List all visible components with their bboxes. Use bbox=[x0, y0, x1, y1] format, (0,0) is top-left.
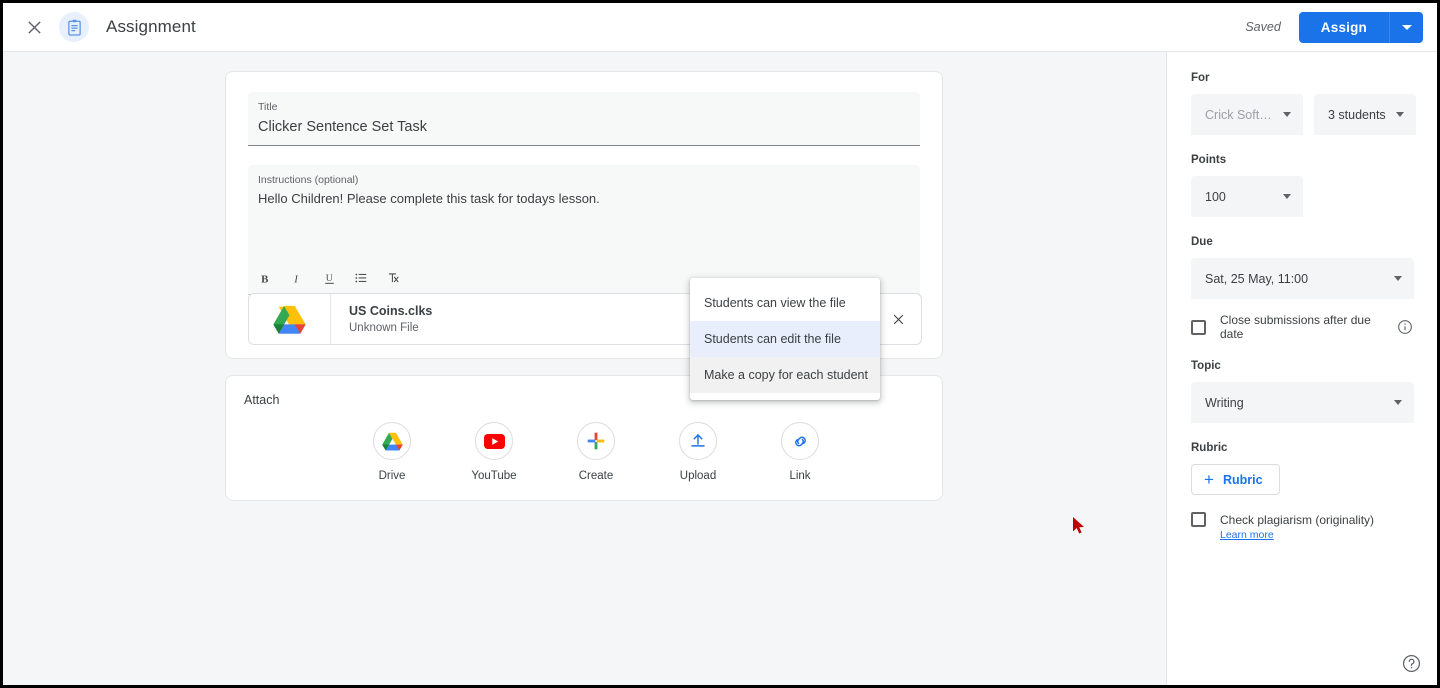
assign-dropdown-button[interactable] bbox=[1389, 11, 1423, 43]
file-permission-menu: Students can view the file Students can … bbox=[690, 278, 880, 400]
clear-formatting-icon[interactable] bbox=[380, 265, 406, 291]
attach-option-link[interactable]: Link bbox=[767, 422, 833, 483]
google-plus-create-icon bbox=[577, 422, 615, 460]
clipboard-icon bbox=[59, 12, 89, 42]
for-group: For Crick Softwa… 3 students bbox=[1191, 70, 1416, 135]
attach-option-label: Create bbox=[578, 470, 614, 482]
plagiarism-checkbox[interactable] bbox=[1191, 512, 1206, 527]
instructions-value: Hello Children! Please complete this tas… bbox=[258, 191, 600, 206]
title-input[interactable]: Title Clicker Sentence Set Task bbox=[248, 92, 920, 146]
bulleted-list-icon[interactable] bbox=[348, 265, 374, 291]
topic-value: Writing bbox=[1205, 395, 1244, 410]
learn-more-link[interactable]: Learn more bbox=[1220, 529, 1413, 541]
class-select[interactable]: Crick Softwa… bbox=[1191, 94, 1303, 135]
close-submissions-label: Close submissions after due date bbox=[1220, 313, 1371, 341]
attach-option-upload[interactable]: Upload bbox=[665, 422, 731, 483]
menu-item-make-copy[interactable]: Make a copy for each student bbox=[690, 357, 880, 393]
link-icon bbox=[781, 422, 819, 460]
chevron-down-icon bbox=[1394, 276, 1402, 281]
youtube-icon bbox=[475, 422, 513, 460]
google-drive-icon bbox=[249, 294, 331, 344]
close-icon[interactable] bbox=[17, 10, 51, 44]
close-submissions-row: Close submissions after due date bbox=[1191, 313, 1413, 341]
mouse-cursor bbox=[1072, 516, 1086, 535]
bold-icon[interactable]: B bbox=[252, 265, 278, 291]
rubric-group: Rubric + Rubric bbox=[1191, 440, 1413, 495]
main-column: Title Clicker Sentence Set Task Instruct… bbox=[3, 52, 1166, 685]
title-label: Title bbox=[258, 101, 278, 113]
close-submissions-checkbox[interactable] bbox=[1191, 319, 1206, 335]
rubric-label: Rubric bbox=[1191, 442, 1228, 454]
assign-button[interactable]: Assign bbox=[1298, 11, 1389, 43]
svg-text:B: B bbox=[261, 273, 268, 285]
svg-text:I: I bbox=[293, 273, 299, 285]
attach-options: Drive YouTube Create Upload Link bbox=[244, 422, 924, 483]
chevron-down-icon bbox=[1283, 112, 1291, 117]
points-select[interactable]: 100 bbox=[1191, 176, 1303, 217]
chevron-down-icon bbox=[1283, 194, 1291, 199]
instructions-label: Instructions (optional) bbox=[258, 174, 359, 186]
body-area: Title Clicker Sentence Set Task Instruct… bbox=[3, 52, 1437, 685]
page-title: Assignment bbox=[106, 17, 196, 36]
remove-attachment-button[interactable] bbox=[875, 294, 921, 344]
plagiarism-group: Check plagiarism (originality) Learn mor… bbox=[1191, 512, 1413, 541]
attach-option-label: Link bbox=[789, 470, 811, 482]
chevron-down-icon bbox=[1395, 112, 1404, 117]
svg-text:U: U bbox=[325, 273, 332, 284]
italic-icon[interactable]: I bbox=[284, 265, 310, 291]
chevron-down-icon bbox=[1401, 24, 1412, 30]
attach-option-label: YouTube bbox=[471, 470, 517, 482]
menu-item-view[interactable]: Students can view the file bbox=[690, 285, 880, 321]
instructions-input[interactable]: Instructions (optional) Hello Children! … bbox=[248, 165, 920, 295]
attach-option-drive[interactable]: Drive bbox=[359, 422, 425, 483]
points-value: 100 bbox=[1205, 189, 1226, 204]
for-row: Crick Softwa… 3 students bbox=[1191, 94, 1416, 135]
attach-option-youtube[interactable]: YouTube bbox=[461, 422, 527, 483]
points-group: Points 100 bbox=[1191, 152, 1413, 217]
top-bar: Assignment Saved Assign bbox=[3, 3, 1437, 52]
chevron-down-icon bbox=[1394, 400, 1402, 405]
google-drive-icon bbox=[373, 422, 411, 460]
add-rubric-button[interactable]: + Rubric bbox=[1191, 464, 1280, 495]
menu-item-edit[interactable]: Students can edit the file bbox=[690, 321, 880, 357]
title-value: Clicker Sentence Set Task bbox=[258, 119, 427, 135]
topic-group: Topic Writing bbox=[1191, 358, 1414, 423]
plus-icon: + bbox=[1204, 470, 1214, 489]
info-icon[interactable] bbox=[1397, 319, 1413, 335]
due-group: Due Sat, 25 May, 11:00 Close submissions… bbox=[1191, 234, 1414, 341]
upload-icon bbox=[679, 422, 717, 460]
for-label: For bbox=[1191, 72, 1210, 84]
assignment-details-card: Title Clicker Sentence Set Task Instruct… bbox=[225, 71, 943, 400]
due-date-value: Sat, 25 May, 11:00 bbox=[1205, 271, 1309, 286]
help-circle-icon[interactable] bbox=[1402, 654, 1421, 673]
topic-label: Topic bbox=[1191, 360, 1221, 372]
attach-option-label: Upload bbox=[679, 470, 717, 482]
due-date-select[interactable]: Sat, 25 May, 11:00 bbox=[1191, 258, 1414, 299]
underline-icon[interactable]: U bbox=[316, 265, 342, 291]
class-select-value: Crick Softwa… bbox=[1205, 107, 1273, 122]
topic-select[interactable]: Writing bbox=[1191, 382, 1414, 423]
attach-option-create[interactable]: Create bbox=[563, 422, 629, 483]
points-label: Points bbox=[1191, 154, 1227, 166]
add-rubric-label: Rubric bbox=[1222, 472, 1263, 487]
settings-sidebar: For Crick Softwa… 3 students Points 100 bbox=[1166, 52, 1437, 685]
assignment-editor-window: Assignment Saved Assign Title Clicker Se… bbox=[0, 0, 1440, 688]
saved-status: Saved bbox=[1245, 20, 1281, 34]
top-bar-actions: Saved Assign bbox=[1245, 11, 1423, 43]
attach-option-label: Drive bbox=[378, 470, 406, 482]
due-label: Due bbox=[1191, 236, 1213, 248]
plagiarism-row: Check plagiarism (originality) bbox=[1191, 512, 1413, 527]
students-select-value: 3 students bbox=[1328, 107, 1386, 122]
students-select[interactable]: 3 students bbox=[1314, 94, 1416, 135]
plagiarism-label: Check plagiarism (originality) bbox=[1220, 512, 1375, 527]
